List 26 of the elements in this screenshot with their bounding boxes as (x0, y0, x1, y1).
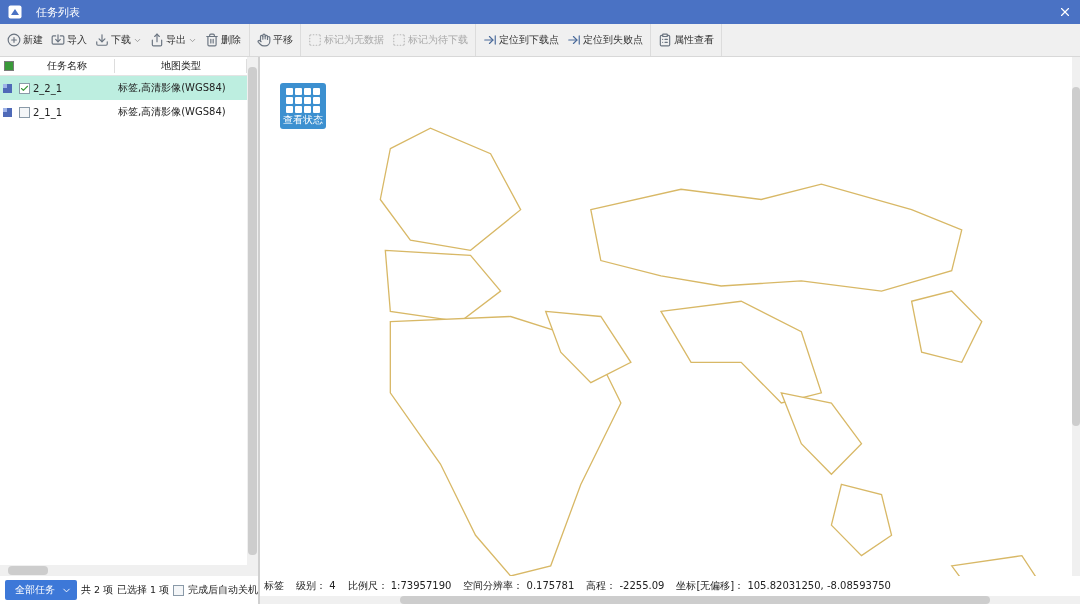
toolbar-button[interactable]: 新建 (4, 31, 46, 49)
filter-dropdown-button[interactable]: 全部任务 (5, 580, 77, 600)
toolbar-button[interactable]: 删除 (202, 31, 244, 49)
status-text: 空间分辨率： 0.175781 (463, 579, 575, 593)
column-header[interactable]: 任务名称 (20, 59, 115, 73)
toolbar-button[interactable]: 属性查看 (655, 31, 717, 49)
table-cell-text: 2_2_1 (33, 82, 64, 94)
checkbox-label: 完成后自动关机 (188, 583, 259, 597)
toolbar-button[interactable]: 导出 (147, 31, 200, 49)
toolbar-button[interactable]: 导入 (48, 31, 90, 49)
toolbar-button[interactable]: 定位到下载点 (480, 31, 562, 49)
table-cell-text: 2_1_1 (33, 106, 64, 118)
selected-count: 已选择 1 项 (117, 583, 170, 597)
toolbar-button[interactable]: 定位到失败点 (564, 31, 646, 49)
window-title: 任务列表 (36, 4, 81, 20)
total-count: 共 2 项 (81, 583, 114, 597)
toolbar-button[interactable]: 下载 (92, 31, 145, 49)
toolbar-button[interactable]: 平移 (254, 31, 296, 49)
table-cell-text: 标签,高清影像(WGS84) (118, 105, 227, 119)
status-text: 级别： 4 (296, 579, 336, 593)
status-text: 标签 (264, 579, 284, 593)
table-cell-text: 标签,高清影像(WGS84) (118, 81, 227, 95)
status-text: 比例尺： 1:73957190 (347, 579, 452, 593)
status-text: 高程： -2255.09 (586, 579, 665, 593)
status-text: 坐标[无偏移]： 105.82031250, -8.08593750 (676, 579, 891, 593)
task-row[interactable]: 2_2_1 标签,高清影像(WGS84) (0, 76, 247, 100)
